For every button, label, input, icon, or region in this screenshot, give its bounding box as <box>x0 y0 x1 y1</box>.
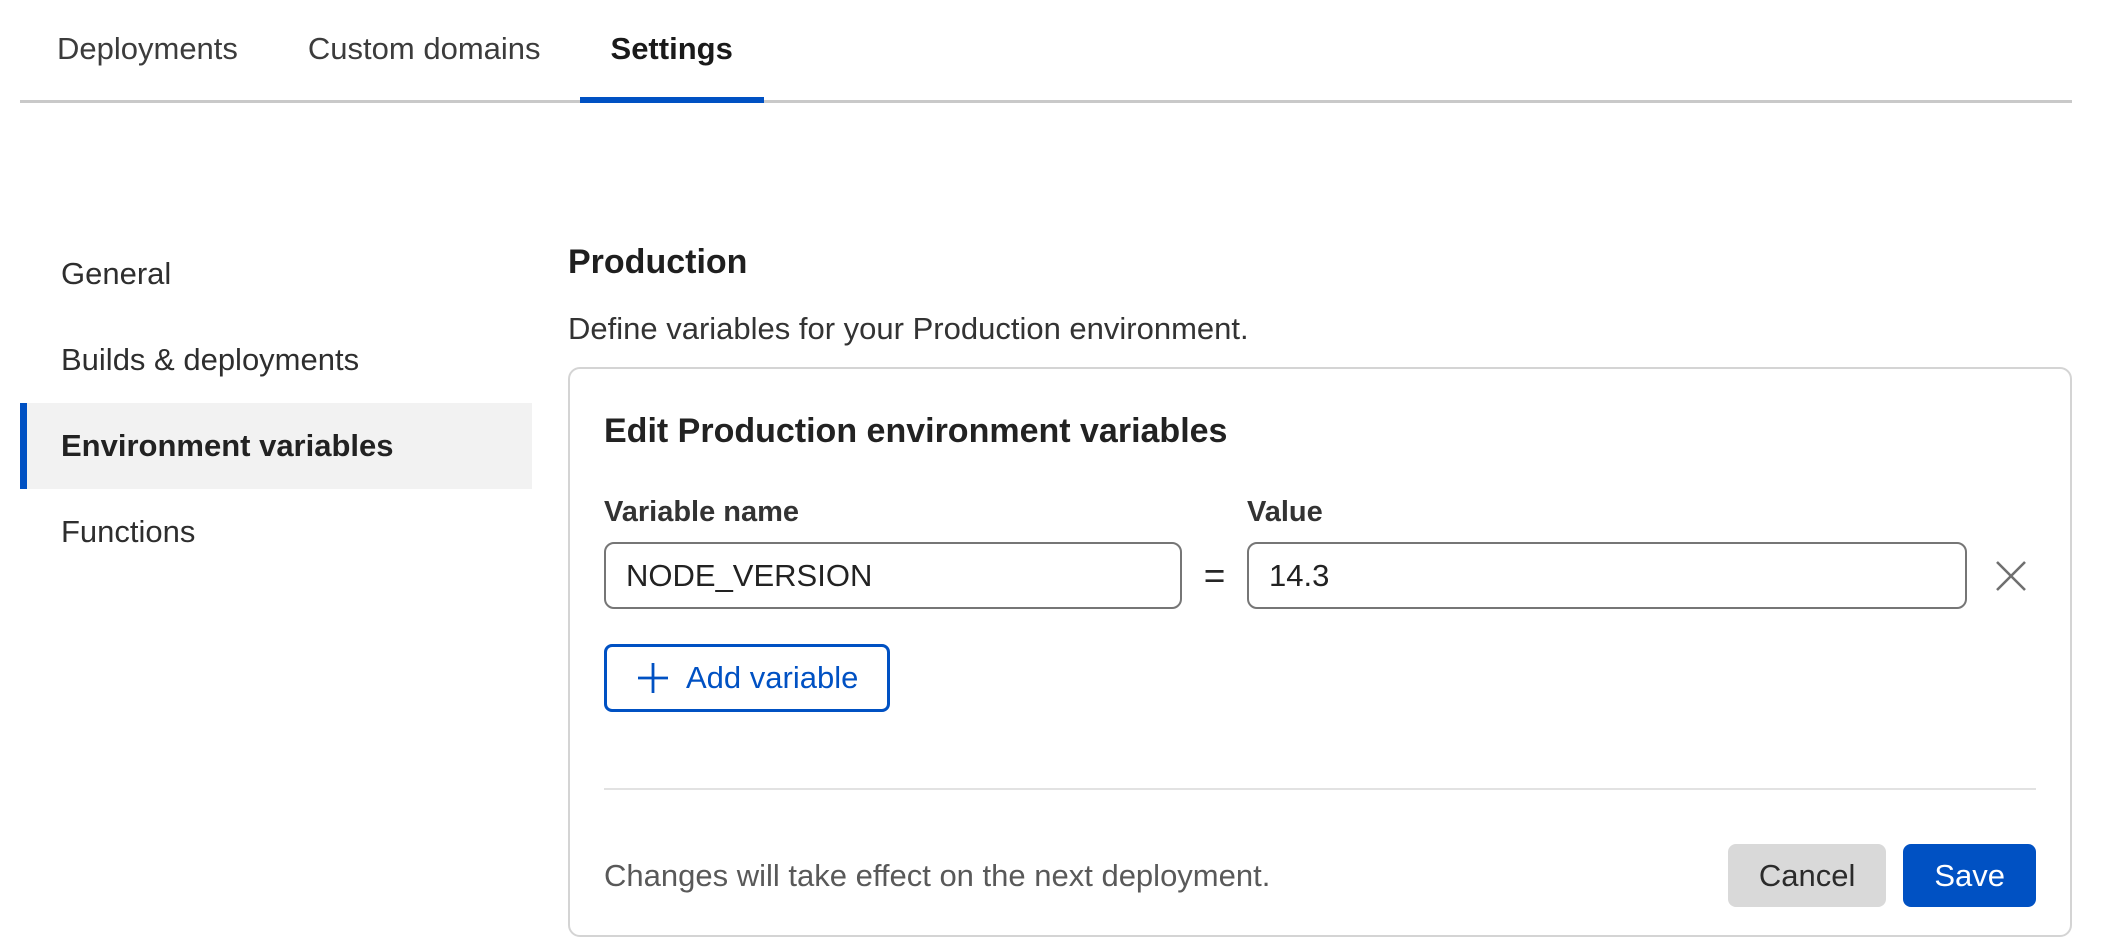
value-label: Value <box>1247 496 1323 529</box>
environment-variables-card: Edit Production environment variables Va… <box>568 367 2072 937</box>
field-labels-row: Variable name Value <box>604 496 2036 529</box>
sidebar-item-functions[interactable]: Functions <box>20 489 532 575</box>
tab-deployments[interactable]: Deployments <box>26 0 269 103</box>
tab-settings[interactable]: Settings <box>580 0 764 103</box>
sidebar-item-environment-variables[interactable]: Environment variables <box>20 403 532 489</box>
variable-value-input[interactable] <box>1247 542 1967 609</box>
x-icon <box>1991 556 2031 596</box>
card-title: Edit Production environment variables <box>604 411 2036 451</box>
footer-actions: Cancel Save <box>1728 844 2036 907</box>
remove-variable-button[interactable] <box>1986 551 2036 601</box>
label-spacer <box>1182 496 1247 529</box>
variable-row: = <box>604 542 2036 609</box>
card-divider <box>604 788 2036 790</box>
add-variable-label: Add variable <box>686 660 858 696</box>
sidebar-item-builds-deployments[interactable]: Builds & deployments <box>20 317 532 403</box>
tab-bar: Deployments Custom domains Settings <box>20 0 2072 103</box>
card-footer: Changes will take effect on the next dep… <box>604 844 2036 907</box>
sidebar-item-general[interactable]: General <box>20 231 532 317</box>
plus-icon <box>636 661 670 695</box>
page-title: Production <box>568 242 2072 283</box>
deployment-note: Changes will take effect on the next dep… <box>604 858 1270 894</box>
equals-sign: = <box>1182 555 1247 597</box>
save-button[interactable]: Save <box>1903 844 2036 907</box>
page-subtitle: Define variables for your Production env… <box>568 311 2072 347</box>
add-variable-button[interactable]: Add variable <box>604 644 890 712</box>
variable-name-label: Variable name <box>604 496 1182 529</box>
cancel-button[interactable]: Cancel <box>1728 844 1887 907</box>
tab-custom-domains[interactable]: Custom domains <box>277 0 572 103</box>
settings-sidebar: General Builds & deployments Environment… <box>20 231 532 575</box>
main-panel: Production Define variables for your Pro… <box>568 231 2072 937</box>
settings-content: General Builds & deployments Environment… <box>0 103 2121 937</box>
variable-name-input[interactable] <box>604 542 1182 609</box>
